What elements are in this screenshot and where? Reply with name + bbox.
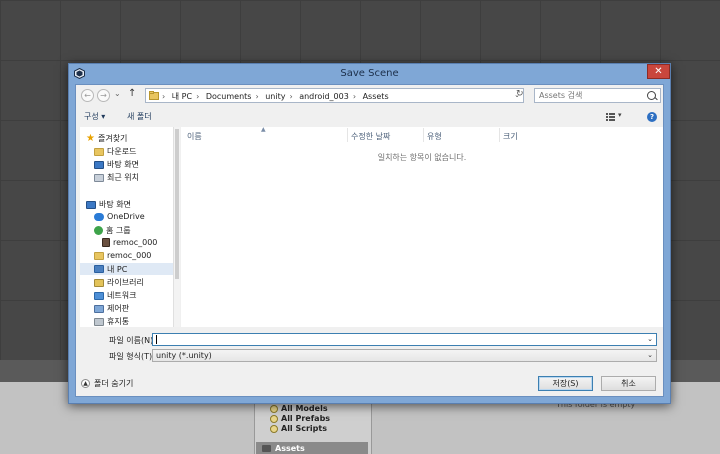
help-icon[interactable]: ? [647,112,657,122]
hide-folders-toggle[interactable]: ▲ 폴더 숨기기 [81,378,133,389]
sidebar-item-downloads[interactable]: 다운로드 [94,146,136,157]
folder-icon [149,91,159,100]
recycle-bin-icon [94,317,104,326]
dialog-titlebar[interactable]: Save Scene ✕ [69,64,670,84]
user-icon [102,238,110,247]
folder-icon [94,251,104,260]
text-caret [156,335,157,344]
filename-input[interactable] [153,334,636,345]
sidebar-item-recycle-bin[interactable]: 휴지통 [94,316,129,327]
scrollbar-thumb[interactable] [175,129,179,279]
search-icon[interactable] [647,91,656,100]
sidebar-item-desktop[interactable]: 바탕 화면 [86,199,131,210]
navigation-bar: ← → ⌄ ↑ › 내 PC › Documents › unity › androi… [76,85,663,107]
sort-ascending-icon: ▲ [261,126,266,133]
sidebar-item-onedrive[interactable]: OneDrive [94,212,145,221]
back-button[interactable]: ← [81,89,94,102]
up-button[interactable]: ↑ [128,88,136,99]
pc-icon [94,265,104,273]
column-divider[interactable] [423,128,424,142]
sidebar-item-homegroup-user[interactable]: remoc_000 [102,238,157,247]
dialog-footer: ▲ 폴더 숨기기 저장(S) 취소 [76,368,663,396]
star-icon: ★ [86,132,95,144]
column-header-date-modified[interactable]: 수정한 날짜 [351,131,390,142]
sidebar-item-homegroup[interactable]: 홈 그룹 [94,225,131,236]
desktop-icon [94,160,104,169]
sidebar-item-user-folder[interactable]: remoc_000 [94,251,151,260]
sidebar-item-desktop-fav[interactable]: 바탕 화면 [94,159,139,170]
filetype-select[interactable]: unity (*.unity) ⌄ [152,349,657,362]
breadcrumb-assets[interactable]: Assets [363,92,389,101]
close-button[interactable]: ✕ [647,64,670,79]
chevron-up-icon: ▲ [81,379,90,388]
view-options-icon[interactable] [606,113,615,121]
column-header-name[interactable]: 이름 [187,131,202,142]
sidebar-item-favorites[interactable]: ★ 즐겨찾기 [86,133,127,144]
column-header-type[interactable]: 유형 [427,131,442,142]
recent-places-icon [94,173,104,182]
breadcrumb-unity[interactable]: unity [265,92,285,101]
dialog-body: ← → ⌄ ↑ › 내 PC › Documents › unity › androi… [75,84,664,397]
library-icon [94,278,104,287]
refresh-button[interactable]: ↻ [516,89,524,99]
forward-button[interactable]: → [97,89,110,102]
filetype-value: unity (*.unity) [156,351,212,360]
chevron-down-icon[interactable]: ⌄ [647,351,653,359]
command-bar: 구성 ▾ 새 폴더 ▾ ? [76,107,663,127]
save-scene-dialog: Save Scene ✕ ← → ⌄ ↑ › 내 PC › Documents › … [68,63,671,404]
sidebar-item-this-pc[interactable]: 내 PC [80,263,173,275]
view-dropdown[interactable]: ▾ [618,111,622,119]
filename-field[interactable]: ⌄ [152,333,657,346]
search-input[interactable] [535,89,639,101]
control-panel-icon [94,304,104,313]
cloud-icon [94,212,104,221]
tree-item-all-models[interactable]: All Models [270,404,328,413]
sidebar-item-network[interactable]: 네트워크 [94,290,136,301]
column-header-size[interactable]: 크기 [503,131,518,142]
new-folder-button[interactable]: 새 폴더 [127,111,152,122]
navigation-scrollbar[interactable] [173,127,180,327]
sidebar-item-control-panel[interactable]: 제어판 [94,303,129,314]
empty-list-message: 일치하는 항목이 없습니다. [377,153,467,162]
search-favorite-icon [270,424,278,433]
sidebar-item-recent[interactable]: 최근 위치 [94,172,139,183]
search-favorite-icon [270,414,278,423]
file-list[interactable]: ▲ 이름 수정한 날짜 유형 크기 일치하는 항목이 없습니다. [181,126,663,327]
address-bar[interactable]: › 내 PC › Documents › unity › android_003 › A… [145,88,524,103]
navigation-pane: ★ 즐겨찾기 다운로드 바탕 화면 최근 위치 바탕 화면 OneDrive 홈 … [80,127,173,327]
folder-icon [94,147,104,156]
recent-locations-dropdown[interactable]: ⌄ [114,89,121,98]
folder-icon [262,444,271,452]
tree-item-all-scripts[interactable]: All Scripts [270,424,327,433]
breadcrumb-android-003[interactable]: android_003 [299,92,349,101]
search-favorite-icon [270,404,278,413]
search-box[interactable] [534,88,661,103]
organize-button[interactable]: 구성 ▾ [84,111,105,122]
dialog-title: Save Scene [340,68,399,79]
breadcrumb-documents[interactable]: Documents [206,92,252,101]
homegroup-icon [94,226,103,235]
save-button[interactable]: 저장(S) [538,376,593,391]
breadcrumb-my-pc[interactable]: 내 PC [172,92,192,101]
chevron-down-icon[interactable]: ⌄ [647,335,653,343]
cancel-button[interactable]: 취소 [601,376,656,391]
network-icon [94,291,104,300]
sidebar-item-libraries[interactable]: 라이브러리 [94,277,144,288]
filetype-label: 파일 형식(T): [109,352,155,361]
tree-item-assets[interactable]: Assets [256,442,368,454]
breadcrumb: › 내 PC › Documents › unity › android_003 › A… [162,92,389,101]
column-divider[interactable] [347,128,348,142]
column-divider[interactable] [499,128,500,142]
desktop-icon [86,200,96,209]
filename-label: 파일 이름(N): [109,336,156,345]
tree-item-all-prefabs[interactable]: All Prefabs [270,414,330,423]
